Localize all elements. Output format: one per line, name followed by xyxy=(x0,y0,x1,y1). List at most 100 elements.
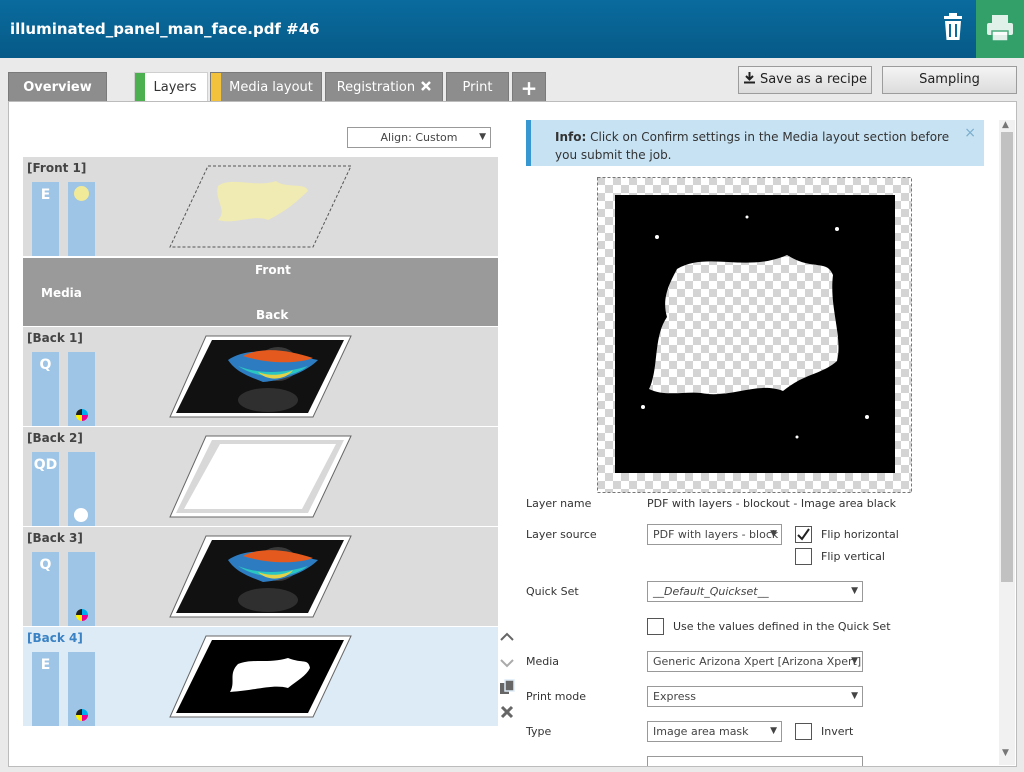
channel-bar: QD xyxy=(32,452,59,526)
media-label: Media xyxy=(41,286,82,300)
layer-name: [Back 3] xyxy=(27,531,83,545)
print-job-button[interactable] xyxy=(976,0,1024,58)
vertical-scrollbar[interactable]: ▲ ▼ xyxy=(999,120,1015,765)
printer-icon xyxy=(987,15,1013,42)
flip-horizontal-label: Flip horizontal xyxy=(821,528,899,541)
download-icon xyxy=(743,72,755,84)
sampling-label: Sampling xyxy=(919,72,980,87)
cmyk-icon xyxy=(76,409,88,421)
flip-vertical-checkbox[interactable] xyxy=(795,548,812,565)
use-quickset-label: Use the values defined in the Quick Set xyxy=(673,620,891,633)
chevron-down-icon: ▼ xyxy=(851,586,858,596)
error-x-icon xyxy=(421,81,432,91)
scroll-up-icon[interactable]: ▲ xyxy=(1002,120,1009,130)
print-mode-select[interactable]: Express ▼ xyxy=(647,686,863,707)
tab-media-layout[interactable]: Media layout xyxy=(210,72,322,102)
add-tab-button[interactable]: + xyxy=(512,72,546,102)
type-select[interactable]: Image area mask ▼ xyxy=(647,721,782,742)
layer-thumbnail xyxy=(169,635,352,718)
tab-label: Print xyxy=(462,80,493,95)
tab-overview[interactable]: Overview xyxy=(8,72,107,102)
tab-label: Media layout xyxy=(229,80,313,95)
checkmark-icon xyxy=(797,528,810,541)
trash-icon xyxy=(944,13,962,40)
tab-label: Overview xyxy=(23,80,92,95)
media-separator: Front Media Back xyxy=(23,258,498,326)
quick-set-label: Quick Set xyxy=(526,585,579,598)
print-mode-value: Express xyxy=(653,690,696,703)
tab-color-bar xyxy=(135,73,145,103)
channel-label: E xyxy=(40,657,51,673)
chevron-down-icon: ▼ xyxy=(851,656,858,666)
media-field-label: Media xyxy=(526,655,560,668)
next-field-select[interactable] xyxy=(647,756,863,766)
chevron-down-icon: ▼ xyxy=(851,691,858,701)
layer-row-back-3[interactable]: [Back 3] Q xyxy=(23,527,498,626)
white-dot-icon xyxy=(74,508,88,522)
layer-name: [Back 2] xyxy=(27,431,83,445)
save-as-recipe-label: Save as a recipe xyxy=(759,72,868,87)
layer-row-back-4[interactable]: [Back 4] E xyxy=(23,627,515,726)
media-back-label: Back xyxy=(256,308,289,322)
move-up-icon[interactable] xyxy=(498,628,516,646)
indicator-bar xyxy=(68,552,95,626)
layer-preview xyxy=(597,177,912,493)
cmyk-icon xyxy=(76,609,88,621)
layer-source-select[interactable]: PDF with layers - block ▼ xyxy=(647,524,782,545)
cmyk-icon xyxy=(76,709,88,721)
save-as-recipe-button[interactable]: Save as a recipe xyxy=(738,66,872,94)
tab-layers[interactable]: Layers xyxy=(134,72,208,103)
media-front-label: Front xyxy=(255,263,291,277)
channel-label: QD xyxy=(33,457,58,473)
layer-row-front-1[interactable]: [Front 1] E xyxy=(23,157,498,256)
channel-label: Q xyxy=(39,557,52,573)
sampling-button[interactable]: Sampling xyxy=(882,66,1017,94)
layer-name: [Back 4] xyxy=(27,631,83,645)
layer-name: [Back 1] xyxy=(27,331,83,345)
duplicate-icon[interactable] xyxy=(498,678,516,696)
close-icon[interactable]: × xyxy=(964,124,976,142)
layer-thumbnail xyxy=(169,335,352,418)
scroll-down-icon[interactable]: ▼ xyxy=(1002,748,1009,758)
channel-bar: Q xyxy=(32,552,59,626)
channel-bar: E xyxy=(32,182,59,256)
channel-bar: Q xyxy=(32,352,59,426)
quick-set-value: __Default_Quickset__ xyxy=(653,585,769,598)
plus-icon: + xyxy=(520,76,538,100)
tab-label: Layers xyxy=(153,80,197,95)
layer-row-back-1[interactable]: [Back 1] Q xyxy=(23,327,498,426)
tab-color-bar xyxy=(211,73,221,102)
layer-thumbnail xyxy=(169,535,352,618)
delete-layer-icon[interactable] xyxy=(498,703,516,721)
tab-registration[interactable]: Registration xyxy=(325,72,443,102)
info-banner: Info: Click on Confirm settings in the M… xyxy=(526,120,984,166)
print-mode-label: Print mode xyxy=(526,690,586,703)
chevron-down-icon: ▼ xyxy=(770,726,777,736)
channel-label: E xyxy=(40,187,51,203)
indicator-bar xyxy=(68,352,95,426)
layer-source-value: PDF with layers - block xyxy=(653,528,779,541)
flip-horizontal-checkbox[interactable] xyxy=(795,526,812,543)
layer-thumbnail xyxy=(169,165,352,248)
invert-label: Invert xyxy=(821,725,854,738)
type-label: Type xyxy=(526,725,552,738)
indicator-bar xyxy=(68,652,95,726)
channel-bar: E xyxy=(32,652,59,726)
quick-set-select[interactable]: __Default_Quickset__ ▼ xyxy=(647,581,863,602)
tab-print[interactable]: Print xyxy=(446,72,509,102)
media-select[interactable]: Generic Arizona Xpert [Arizona Xpert] ▼ xyxy=(647,651,863,672)
chevron-down-icon: ▼ xyxy=(770,529,777,539)
move-down-icon[interactable] xyxy=(498,654,516,672)
layer-row-back-2[interactable]: [Back 2] QD xyxy=(23,427,498,526)
invert-checkbox[interactable] xyxy=(795,723,812,740)
align-select[interactable]: Align: Custom ▼ xyxy=(347,127,491,148)
use-quickset-checkbox[interactable] xyxy=(647,618,664,635)
scrollbar-thumb[interactable] xyxy=(1001,132,1013,582)
delete-job-button[interactable] xyxy=(938,12,968,42)
layer-name-value: PDF with layers - blockout - Image area … xyxy=(647,497,896,510)
indicator-bar xyxy=(68,452,95,526)
channel-label: Q xyxy=(39,357,52,373)
yellow-dot-icon xyxy=(74,186,89,201)
layer-source-label: Layer source xyxy=(526,528,597,541)
info-title: Info: xyxy=(555,130,587,144)
